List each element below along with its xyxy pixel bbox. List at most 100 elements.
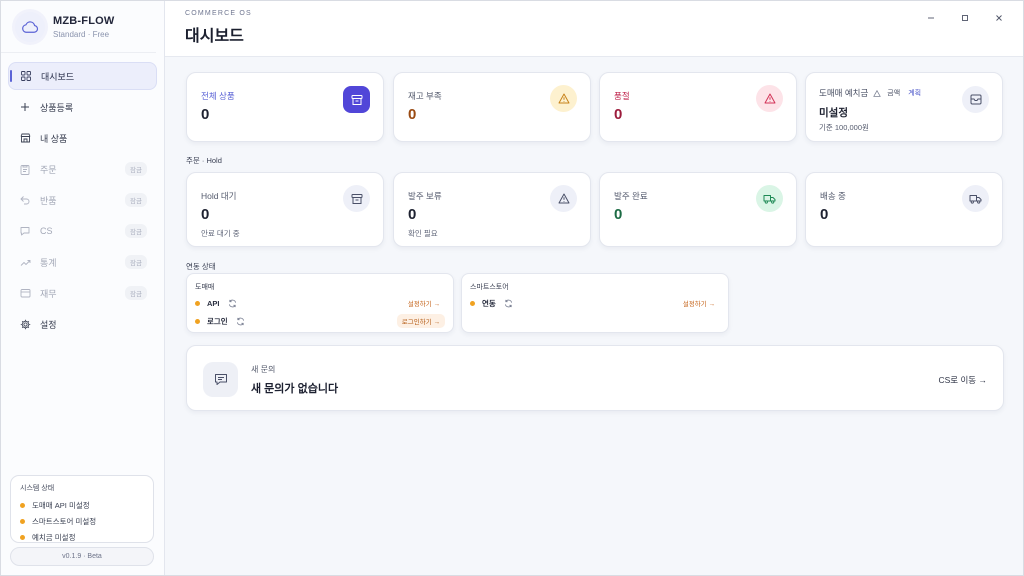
sidebar-item-returns[interactable]: 반품 잠금 xyxy=(8,186,157,214)
sidebar-item-stats[interactable]: 통계 잠금 xyxy=(8,248,157,276)
deposit-label: 도매매 예치금 xyxy=(819,88,869,98)
stat-card-order-pending[interactable]: 발주 보류 0 확인 필요 xyxy=(393,172,591,247)
stat-label: Hold 대기 xyxy=(201,191,237,201)
undo-icon xyxy=(18,193,32,207)
sidebar-item-label: 반품 xyxy=(40,195,57,206)
system-status-panel: 시스템 상태 도매매 API 미설정 스마트스토어 미설정 예치금 미설정 xyxy=(10,475,154,543)
setup-link[interactable]: 설정하기 → xyxy=(678,296,720,310)
sidebar-item-finance[interactable]: 재무 잠금 xyxy=(8,279,157,307)
clipboard-icon xyxy=(18,162,32,176)
login-button[interactable]: 로그인하기 → xyxy=(396,314,445,328)
warning-icon xyxy=(756,85,783,112)
deposit-plan-link[interactable]: 계획 xyxy=(908,88,921,98)
orders-section-label: 주문 · Hold xyxy=(186,156,222,165)
page-title: 대시보드 xyxy=(185,28,244,45)
stat-label: 발주 완료 xyxy=(614,191,648,201)
deposit-amount-link[interactable]: 금액 xyxy=(887,88,900,98)
stat-value: 0 xyxy=(820,206,829,223)
go-to-cs-link[interactable]: CS로 이동 → xyxy=(939,374,988,386)
truck-icon xyxy=(962,185,989,212)
sidebar-item-settings[interactable]: 설정 xyxy=(8,310,157,338)
stat-card-shipping[interactable]: 배송 중 0 xyxy=(805,172,1003,247)
app-window: MZB-FLOW Standard · Free 대시보드 상품등록 내 상품 … xyxy=(0,0,1024,576)
archive-icon xyxy=(343,86,370,113)
eyebrow-label: COMMERCE OS xyxy=(185,10,252,17)
stat-value: 0 xyxy=(408,106,417,123)
warning-dot-icon xyxy=(195,318,200,324)
stat-card-deposit[interactable]: 도매매 예치금 금액 계획 미설정 기준 100,000원 xyxy=(805,72,1003,142)
system-status-title: 시스템 상태 xyxy=(20,485,55,492)
refresh-icon[interactable] xyxy=(236,316,246,326)
setup-link[interactable]: 설정하기 → xyxy=(403,296,445,310)
deposit-header: 도매매 예치금 금액 계획 xyxy=(819,87,921,99)
stat-label: 배송 중 xyxy=(820,191,846,201)
grid-icon xyxy=(19,69,33,83)
message-icon xyxy=(203,362,238,397)
trend-icon xyxy=(18,255,32,269)
stat-value: 0 xyxy=(201,106,210,123)
link-name: API xyxy=(207,298,220,308)
truck-icon xyxy=(756,185,783,212)
stat-card-total-products[interactable]: 전체 상품 0 xyxy=(186,72,384,142)
system-status-item: 예치금 미설정 xyxy=(20,532,144,543)
stat-sub: 안료 대기 중 xyxy=(201,229,240,238)
stat-card-order-complete[interactable]: 발주 완료 0 xyxy=(599,172,797,247)
sidebar-item-label: 상품등록 xyxy=(40,102,74,113)
link-name: 연동 xyxy=(482,298,496,308)
close-button[interactable] xyxy=(993,11,1005,25)
shop-icon xyxy=(18,131,32,145)
lock-badge: 잠금 xyxy=(125,255,147,269)
sidebar-item-label: 재무 xyxy=(40,288,57,299)
deposit-value: 미설정 xyxy=(819,107,848,119)
refresh-icon[interactable] xyxy=(228,298,238,308)
stat-value: 0 xyxy=(614,106,623,123)
system-status-item: 스마트스토어 미설정 xyxy=(20,516,144,527)
stat-label: 품절 xyxy=(614,91,630,101)
stat-label: 발주 보류 xyxy=(408,191,442,201)
link-row-api: API 설정하기 → xyxy=(195,297,445,309)
link-section-label: 연동 상태 xyxy=(186,262,216,271)
minimize-button[interactable] xyxy=(925,11,937,25)
link-row-login: 로그인 로그인하기 → xyxy=(195,314,445,328)
stat-sub: 확인 필요 xyxy=(408,229,438,238)
link-name: 로그인 xyxy=(207,316,228,326)
warning-dot-icon xyxy=(20,519,25,524)
link-card-title: 도매매 xyxy=(195,284,215,291)
inbox-icon xyxy=(962,86,989,113)
stat-value: 0 xyxy=(408,206,417,223)
warning-dot-icon xyxy=(470,300,475,306)
refresh-icon[interactable] xyxy=(504,298,514,308)
brand: MZB-FLOW Standard · Free xyxy=(1,1,156,53)
lock-badge: 잠금 xyxy=(125,224,147,238)
main-content: COMMERCE OS 대시보드 전체 상품 0 재고 부족 0 품절 0 도매… xyxy=(165,1,1023,575)
sidebar-item-label: 통계 xyxy=(40,257,57,268)
warning-icon xyxy=(550,185,577,212)
brand-name: MZB-FLOW xyxy=(53,14,115,27)
version-badge: v0.1.9 · Beta xyxy=(10,547,154,566)
gear-icon xyxy=(18,317,32,331)
stat-value: 0 xyxy=(201,206,210,223)
sidebar-item-cs[interactable]: CS 잠금 xyxy=(8,217,157,245)
sidebar-item-label: 주문 xyxy=(40,164,57,175)
inquiry-title: 새 문의가 없습니다 xyxy=(251,383,339,395)
stat-card-hold-waiting[interactable]: Hold 대기 0 안료 대기 중 xyxy=(186,172,384,247)
sidebar-item-my-products[interactable]: 내 상품 xyxy=(8,124,157,152)
plus-icon xyxy=(18,100,32,114)
maximize-button[interactable] xyxy=(959,11,971,25)
archive-icon xyxy=(343,185,370,212)
sidebar-item-orders[interactable]: 주문 잠금 xyxy=(8,155,157,183)
wallet-icon xyxy=(18,286,32,300)
warning-icon xyxy=(873,89,882,97)
chat-icon xyxy=(18,224,32,238)
sidebar-item-dashboard[interactable]: 대시보드 xyxy=(8,62,157,90)
warning-dot-icon xyxy=(20,503,25,508)
system-status-item: 도매매 API 미설정 xyxy=(20,500,144,511)
stat-label: 전체 상품 xyxy=(201,91,235,101)
sidebar-item-label: 대시보드 xyxy=(41,71,75,82)
link-card-title: 스마트스토어 xyxy=(470,284,509,291)
stat-card-low-stock[interactable]: 재고 부족 0 xyxy=(393,72,591,142)
stat-card-sold-out[interactable]: 품절 0 xyxy=(599,72,797,142)
stat-label: 재고 부족 xyxy=(408,91,442,101)
sidebar-item-product-register[interactable]: 상품등록 xyxy=(8,93,157,121)
brand-plan: Standard · Free xyxy=(53,29,110,39)
